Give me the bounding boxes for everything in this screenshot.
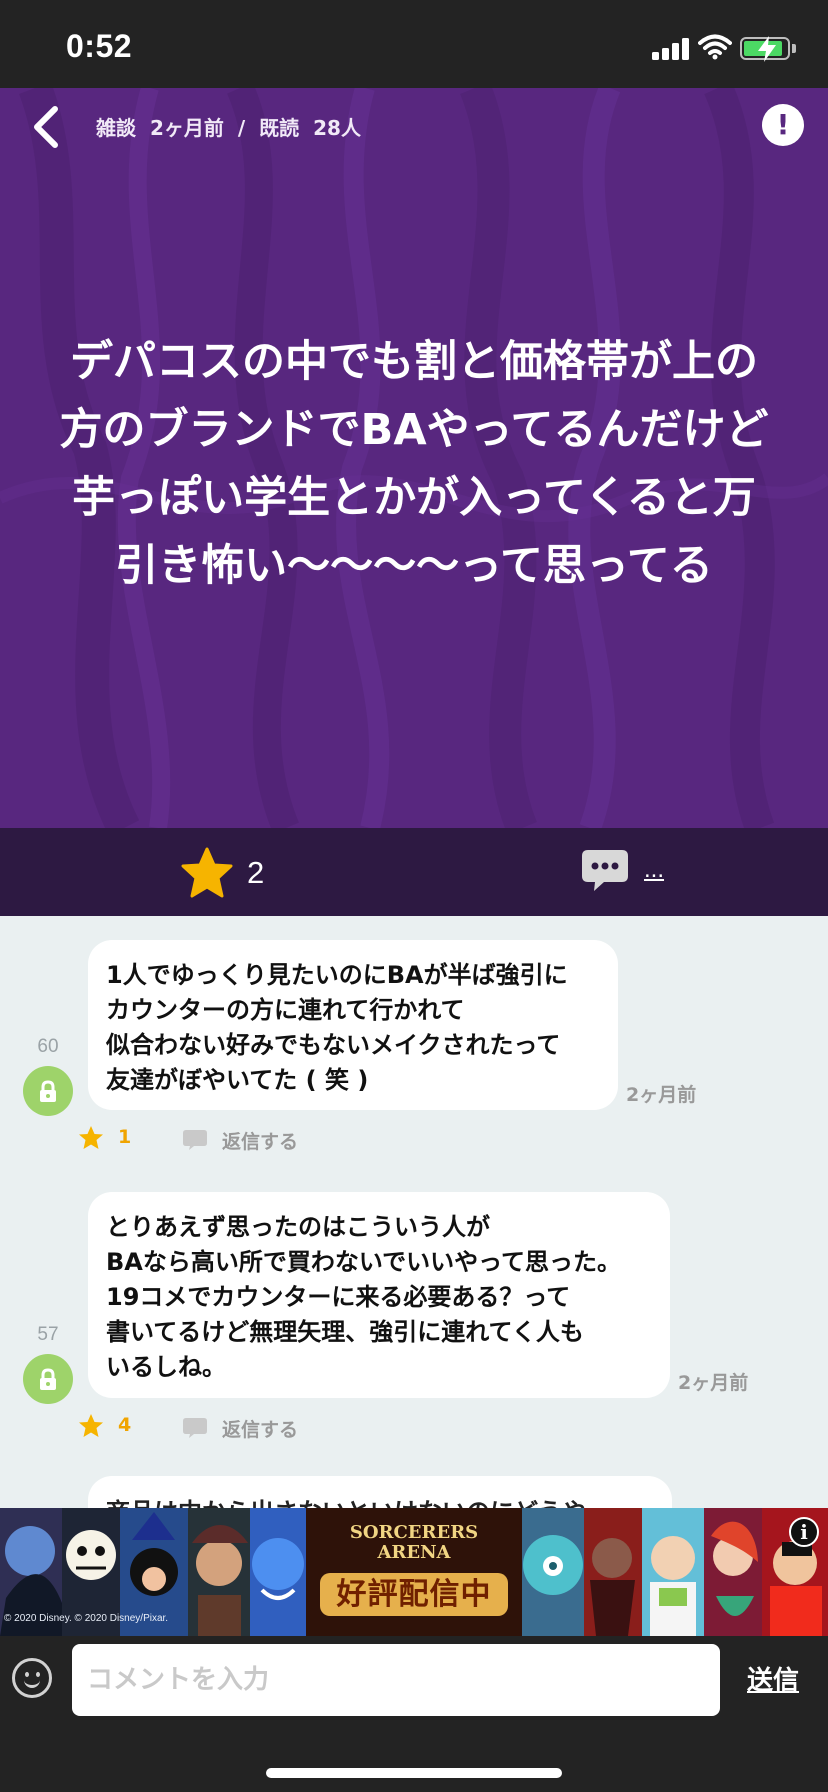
comment-like-count: 4 xyxy=(118,1414,132,1436)
status-time: 0:52 xyxy=(66,28,133,64)
emoji-button[interactable] xyxy=(12,1658,52,1698)
lock-icon xyxy=(40,1368,56,1390)
charging-bolt-icon xyxy=(758,36,776,62)
ad-logo: SORCERERS ARENA xyxy=(322,1523,506,1567)
star-icon xyxy=(181,847,233,898)
post-hero: 雑談 2ヶ月前 / 既読 28人 ! デパコスの中でも割と価格帯が上の方のブラン… xyxy=(0,88,828,828)
post-title: デパコスの中でも割と価格帯が上の方のブランドでBAやってるんだけど芋っぽい学生と… xyxy=(59,337,769,591)
post-age: 2ヶ月前 xyxy=(149,116,224,140)
comment-number: 57 xyxy=(37,1324,59,1345)
reply-label: 返信する xyxy=(222,1131,299,1153)
star-icon xyxy=(79,1126,103,1149)
comment-like-button[interactable]: 1 xyxy=(78,1123,156,1155)
comment-composer: 送信 xyxy=(0,1636,828,1792)
comment-input[interactable] xyxy=(72,1644,720,1716)
reply-bubble-icon xyxy=(183,1130,207,1150)
ad-center-panel: SORCERERS ARENA 好評配信中 xyxy=(306,1508,522,1636)
read-count: 28人 xyxy=(313,116,361,140)
post-category: 雑談 xyxy=(96,116,136,140)
smiley-icon-mouth xyxy=(24,1678,40,1688)
chevron-left-icon xyxy=(34,106,58,148)
comment-thread: 60 1人でゆっくり見たいのにBAが半ば強引に カウンターの方に連れて行かれて … xyxy=(0,916,828,1508)
like-count: 2 xyxy=(247,855,265,890)
avatar xyxy=(23,1066,73,1116)
ad-logo-line: SORCERERS xyxy=(349,1522,479,1543)
ad-banner[interactable]: SORCERERS ARENA 好評配信中 © 2020 Disney. © 2… xyxy=(0,1508,828,1636)
reply-button[interactable]: 返信する xyxy=(182,1123,314,1155)
comment-bubble: 1人でゆっくり見たいのにBAが半ば強引に カウンターの方に連れて行かれて 似合わ… xyxy=(88,940,618,1110)
post-actions: 2 ... xyxy=(0,828,828,916)
ad-info-button[interactable]: i xyxy=(789,1517,819,1547)
comment-like-button[interactable]: 4 xyxy=(78,1411,156,1443)
ad-copyright: © 2020 Disney. © 2020 Disney/Pixar. xyxy=(4,1613,169,1624)
cellular-signal-icon xyxy=(652,36,690,60)
report-button[interactable]: ! xyxy=(762,104,804,146)
meta-separator: / xyxy=(237,116,246,140)
back-button[interactable] xyxy=(24,102,68,152)
home-indicator xyxy=(266,1768,562,1778)
comment-number: 60 xyxy=(37,1036,59,1057)
post-meta: 雑談 2ヶ月前 / 既読 28人 xyxy=(96,112,368,141)
read-label: 既読 xyxy=(259,116,300,140)
send-button[interactable]: 送信 xyxy=(747,1660,799,1697)
comment-count-button[interactable]: ... xyxy=(580,846,680,900)
comment-time: 2ヶ月前 xyxy=(678,1372,749,1394)
comment-like-count: 1 xyxy=(118,1126,132,1148)
smiley-icon-eye xyxy=(36,1672,40,1677)
comment-time: 2ヶ月前 xyxy=(626,1084,697,1106)
star-icon xyxy=(79,1414,103,1437)
avatar xyxy=(23,1354,73,1404)
reply-label: 返信する xyxy=(222,1419,299,1441)
ad-status-label: 好評配信中 xyxy=(320,1573,508,1616)
info-icon: i xyxy=(800,1520,808,1544)
battery-cap xyxy=(792,44,796,53)
reply-button[interactable]: 返信する xyxy=(182,1411,314,1443)
lock-icon xyxy=(40,1080,56,1102)
status-bar: 0:52 xyxy=(0,0,828,88)
comment-bubble: とりあえず思ったのはこういう人が BAなら高い所で買わないでいいやって思った。 … xyxy=(88,1192,670,1398)
reply-bubble-icon xyxy=(183,1418,207,1438)
speech-bubble-icon xyxy=(582,850,628,891)
wifi-icon xyxy=(698,34,732,60)
exclamation-icon: ! xyxy=(776,108,790,141)
smiley-icon-eye xyxy=(25,1672,29,1677)
like-button[interactable]: 2 xyxy=(180,846,290,900)
ad-logo-line: ARENA xyxy=(377,1542,451,1563)
comment-count: ... xyxy=(644,856,665,883)
